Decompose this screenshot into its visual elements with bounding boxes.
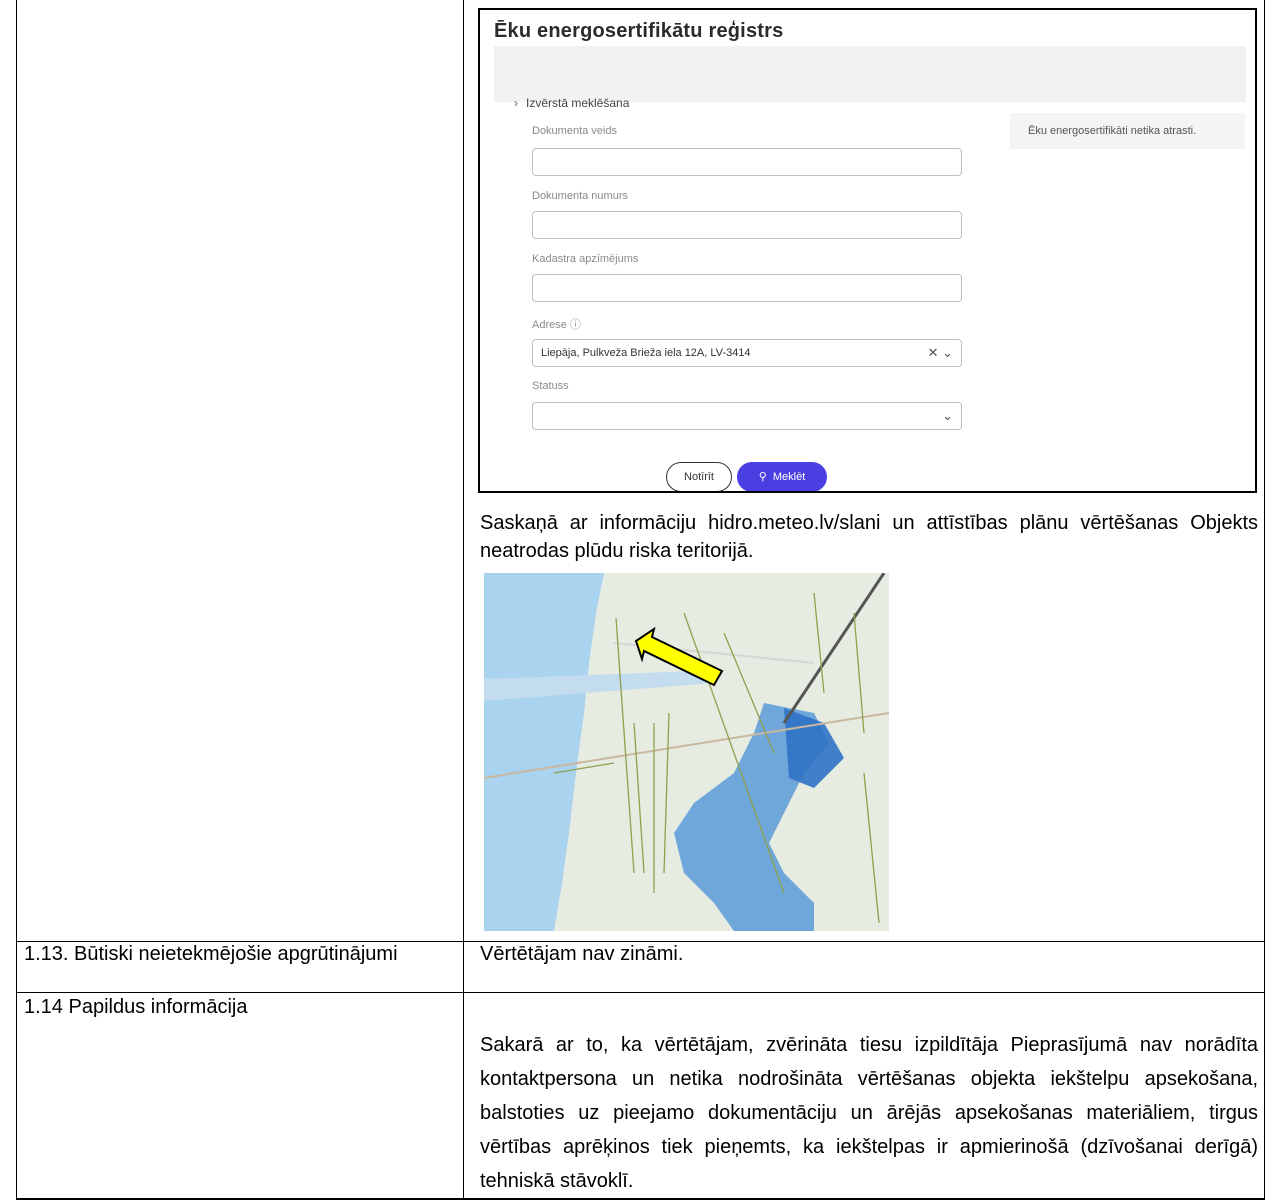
clear-icon[interactable]: ✕ <box>928 345 939 360</box>
status-select[interactable]: ⌄ <box>532 402 962 430</box>
clear-button[interactable]: Notīrīt <box>666 462 732 491</box>
no-results-message: Ēku energosertifikāti netika atrasti. <box>1010 113 1245 149</box>
document-type-label: Dokumenta veids <box>532 125 617 137</box>
address-controls[interactable]: ✕ ⌄ <box>928 340 953 366</box>
chevron-down-icon[interactable]: ⌄ <box>942 403 953 429</box>
table-border-middle <box>463 0 464 1200</box>
header-band <box>494 46 1246 102</box>
address-value: Liepāja, Pulkveža Brieža iela 12A, LV-34… <box>541 347 751 359</box>
search-icon: ⚲ <box>758 471 767 483</box>
search-button-label: Meklēt <box>772 471 806 483</box>
chevron-right-icon: › <box>514 96 518 110</box>
flood-map <box>484 573 889 931</box>
registry-title: Ēku energosertifikātu reģistrs <box>494 20 784 42</box>
address-label: Adrese ⓘ <box>532 319 581 331</box>
table-border-right <box>1264 0 1265 1200</box>
search-button[interactable]: ⚲ Meklēt <box>737 462 827 491</box>
document-number-field[interactable] <box>532 211 962 239</box>
registry-screenshot: Ēku energosertifikātu reģistrs › Izvērstā… <box>478 8 1257 493</box>
cadastre-label: Kadastra apzīmējums <box>532 253 639 265</box>
row-label-additional-info: 1.14 Papildus informācija <box>24 996 248 1018</box>
flood-map-graphic <box>484 573 889 931</box>
flood-risk-text: Saskaņā ar informāciju hidro.meteo.lv/sl… <box>480 512 1258 562</box>
document-number-label: Dokumenta numurs <box>532 190 628 202</box>
row-value-additional-info: Sakarā ar to, ka vērtētājam, zvērināta t… <box>480 1034 1258 1192</box>
table-border-left <box>16 0 17 1200</box>
address-field[interactable]: Liepāja, Pulkveža Brieža iela 12A, LV-34… <box>532 339 962 367</box>
row-value-encumbrances: Vērtētājam nav zināmi. <box>480 943 684 965</box>
document-type-field[interactable] <box>532 148 962 176</box>
status-label: Statuss <box>532 380 569 392</box>
table-row-divider <box>16 992 1265 993</box>
advanced-search-label: Izvērstā meklēšana <box>526 96 630 110</box>
chevron-down-icon[interactable]: ⌄ <box>942 345 953 360</box>
advanced-search-toggle[interactable]: › Izvērstā meklēšana <box>514 96 629 110</box>
cadastre-field[interactable] <box>532 274 962 302</box>
row-label-encumbrances: 1.13. Būtiski neietekmējošie apgrūtināju… <box>24 943 398 965</box>
